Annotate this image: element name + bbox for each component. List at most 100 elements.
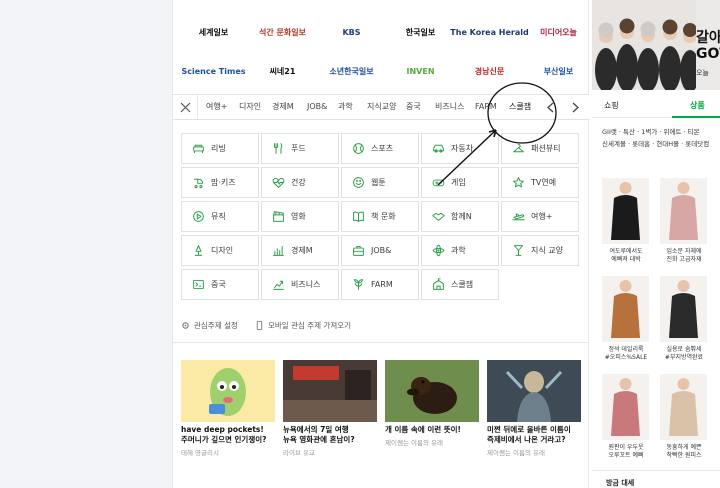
theme-item[interactable]: 게임 — [421, 167, 499, 198]
press-logo[interactable]: 부산일보 — [524, 53, 593, 90]
theme-item[interactable]: 비즈니스 — [261, 269, 339, 300]
press-logo[interactable]: KBS — [317, 14, 386, 51]
ad-banner[interactable]: 갈아 GOT 오늘 — [592, 0, 720, 90]
theme-item[interactable]: 자동차 — [421, 133, 499, 164]
press-logo[interactable]: 소년한국일보 — [317, 53, 386, 90]
theme-item[interactable]: 디자인 — [181, 235, 259, 266]
card-title: 개 이름 속에 이런 뜻이! — [385, 425, 461, 434]
theme-label: 스쿨잼 — [451, 280, 474, 289]
stroller-icon — [193, 178, 204, 189]
banner-headline: 갈아 GOT — [696, 30, 720, 62]
tab-item[interactable]: 경제M — [272, 95, 294, 119]
theme-item[interactable]: FARM — [341, 269, 419, 300]
product-caption-line: 원판이 우두웃 — [608, 444, 644, 451]
card-title: 뉴욕에서의 7일 여행 — [283, 425, 349, 434]
theme-label: 리빙 — [211, 144, 226, 153]
card-thumbnail — [283, 360, 377, 422]
content-card[interactable]: 개 이름 속에 이런 뜻이! 제이쌤는 이름의 유래 — [385, 360, 479, 447]
left-gutter — [0, 0, 172, 488]
theme-item[interactable]: 뮤직 — [181, 201, 259, 232]
theme-label: 웹툰 — [371, 178, 386, 187]
press-logo[interactable]: 씨네21 — [248, 53, 317, 90]
theme-item[interactable]: 여행+ — [501, 201, 579, 232]
category-line-2[interactable]: 신세계몰 · 롯데홈 · 현대H몰 · 롯데닷컴 — [602, 138, 720, 150]
press-logo[interactable]: Science Times — [179, 53, 248, 90]
product-thumbnail[interactable] — [660, 374, 707, 440]
card-title: have deep pockets! — [181, 425, 264, 434]
couch-icon — [193, 144, 204, 154]
tab-item[interactable]: 여행+ — [206, 95, 227, 119]
theme-item[interactable]: JOB& — [341, 235, 419, 266]
theme-label: 경제M — [291, 246, 313, 255]
theme-item[interactable]: 함께N — [421, 201, 499, 232]
theme-item[interactable]: 맘·키즈 — [181, 167, 259, 198]
press-logo[interactable]: INVEN — [386, 53, 455, 90]
tab-products[interactable]: 상품 — [690, 100, 705, 111]
theme-label: 여행+ — [531, 212, 553, 221]
theme-item[interactable]: 패션뷰티 — [501, 133, 579, 164]
theme-item[interactable]: 건강 — [261, 167, 339, 198]
press-logo[interactable]: 석간 문화일보 — [248, 14, 317, 51]
banner-line-2: GOT — [696, 46, 720, 62]
product-caption: 입소문 자체에 진화 고급자재 — [654, 248, 714, 264]
product-caption: 실용로 숨쀼세 #부지방역완료 — [654, 346, 714, 362]
tab-item[interactable]: 비즈니스 — [435, 95, 464, 119]
tab-item[interactable]: 과학 — [338, 95, 353, 119]
press-logo[interactable]: 경남신문 — [455, 53, 524, 90]
theme-label: 함께N — [451, 212, 472, 221]
tab-item[interactable]: 디자인 — [239, 95, 261, 119]
content-card[interactable]: have deep pockets! 주머니가 깊으면 인기쟁이? 테헤 영글리시 — [181, 360, 275, 457]
theme-item[interactable]: 책 문화 — [341, 201, 419, 232]
gear-icon — [182, 322, 189, 329]
theme-item[interactable]: 영화 — [261, 201, 339, 232]
card-source: 제이쌤는 이름의 유래 — [385, 439, 443, 447]
theme-footer: 관심주제 설정 모바일 관심 주제 가져오기 — [181, 320, 581, 336]
category-line-1[interactable]: GII랫 · 특산 · 1벽가 · 위에트 · 티몬 — [602, 126, 720, 138]
theme-item[interactable]: TV연예 — [501, 167, 579, 198]
theme-grid: 리빙 푸드 스포츠 자동차 패션뷰티맘·키즈 건강 웹툰 게임 TV연예뮤직 영화 책 문화 함께N 여… — [181, 133, 581, 301]
product-thumbnail[interactable] — [602, 178, 649, 244]
divider — [592, 470, 720, 471]
product-thumbnail[interactable] — [602, 374, 649, 440]
theme-item[interactable]: 지식 교양 — [501, 235, 579, 266]
content-card[interactable]: 뉴욕에서의 7일 여행 뉴욕 영화관에 혼남이? 라이브 유교 — [283, 360, 377, 457]
tab-item[interactable]: JOB& — [307, 95, 327, 119]
tab-prev-arrow[interactable] — [541, 95, 559, 119]
china-icon — [193, 279, 204, 290]
tab-item[interactable]: 중국 — [406, 95, 421, 119]
product-caption: 여도루에서도 예뻐져 대박 — [596, 248, 656, 264]
card-title: 미쩐 뒤에로 올바른 이름이 — [487, 425, 571, 434]
school-icon — [433, 278, 444, 290]
tab-item[interactable]: 지식교양 — [367, 95, 396, 119]
press-logo[interactable]: 한국일보 — [386, 14, 455, 51]
theme-item[interactable]: 스포츠 — [341, 133, 419, 164]
play-circle-icon — [193, 211, 204, 222]
tab-item[interactable]: FARM — [475, 95, 497, 119]
interest-settings-link[interactable]: 관심주제 설정 — [181, 320, 238, 331]
tab-next-arrow[interactable] — [566, 95, 584, 119]
theme-label: 비즈니스 — [291, 280, 321, 289]
card-thumbnail — [385, 360, 479, 422]
tab-shopping[interactable]: 쇼핑 — [604, 100, 619, 111]
airplane-icon — [512, 213, 525, 221]
tab-item[interactable]: 스쿨잼 — [509, 95, 531, 119]
press-logo[interactable]: 세계일보 — [179, 14, 248, 51]
close-icon[interactable] — [173, 95, 198, 119]
product-thumbnail[interactable] — [660, 178, 707, 244]
product-thumbnail[interactable] — [602, 276, 649, 342]
theme-item[interactable]: 경제M — [261, 235, 339, 266]
press-logo[interactable]: 미디어오늘 — [524, 14, 593, 51]
card-subtitle: 주머니가 깊으면 인기쟁이? — [181, 435, 267, 444]
mobile-import-link[interactable]: 모바일 관심 주제 가져오기 — [255, 320, 351, 331]
theme-item[interactable]: 과학 — [421, 235, 499, 266]
theme-item[interactable]: 푸드 — [261, 133, 339, 164]
content-card[interactable]: 미쩐 뒤에로 올바른 이름이 즉제비에서 나온 거라고? 제이쌤는 이름의 유래 — [487, 360, 581, 457]
business-chart-icon — [273, 280, 284, 290]
press-logo[interactable]: The Korea Herald — [450, 14, 528, 51]
theme-item[interactable]: 리빙 — [181, 133, 259, 164]
theme-item[interactable]: 중국 — [181, 269, 259, 300]
theme-item[interactable]: 스쿨잼 — [421, 269, 499, 300]
farm-leaf-icon — [353, 279, 364, 290]
theme-item[interactable]: 웹툰 — [341, 167, 419, 198]
product-thumbnail[interactable] — [660, 276, 707, 342]
